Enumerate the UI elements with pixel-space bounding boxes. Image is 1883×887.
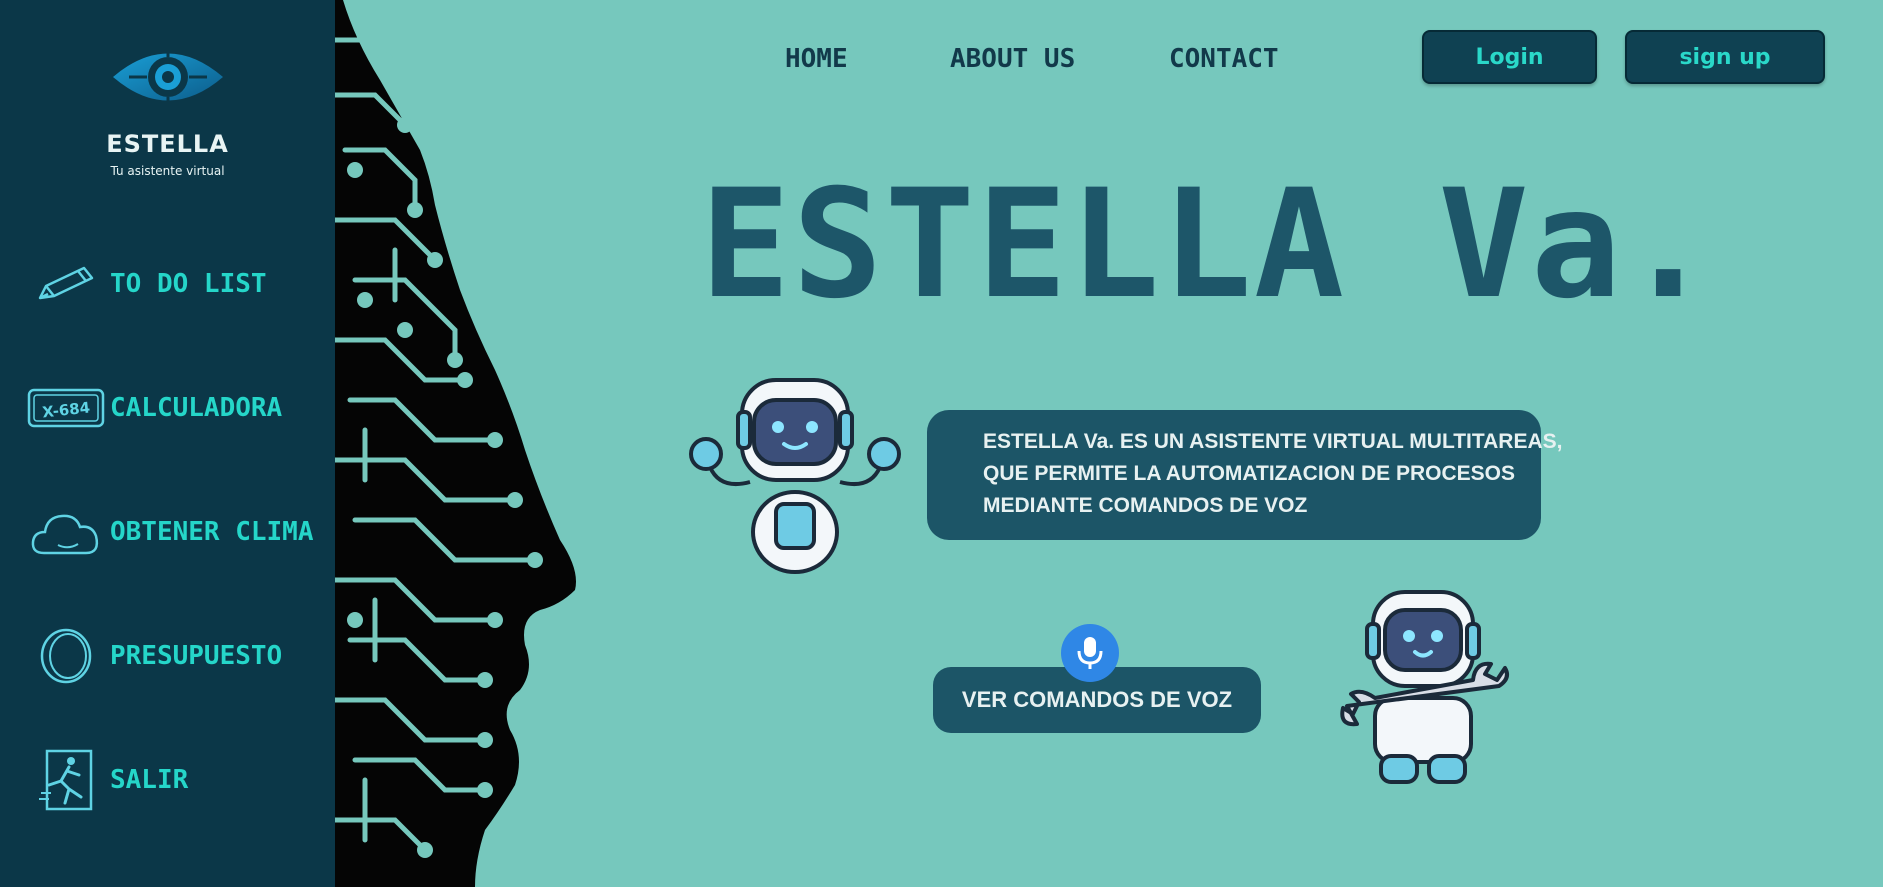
brand-tagline: Tu asistente virtual bbox=[110, 164, 225, 178]
microphone-icon bbox=[1077, 637, 1103, 669]
exit-running-icon bbox=[26, 749, 106, 811]
hero-title: ESTELLA Va. bbox=[700, 158, 1716, 332]
description-line: QUE PERMITE LA AUTOMATIZACION DE PROCESO… bbox=[983, 462, 1516, 485]
sidebar-item-obtener-clima[interactable]: OBTENER CLIMA bbox=[26, 502, 326, 562]
sidebar: ESTELLA Tu asistente virtual TO DO LIST … bbox=[0, 0, 335, 887]
robot-waving-illustration bbox=[689, 378, 901, 574]
description-line: ESTELLA Va. ES UN ASISTENTE VIRTUAL MULT… bbox=[983, 430, 1563, 453]
plate-text: X-684 bbox=[41, 399, 91, 422]
microphone-button[interactable] bbox=[1061, 624, 1119, 682]
sidebar-item-presupuesto[interactable]: PRESUPUESTO bbox=[26, 626, 326, 686]
sidebar-item-todo-list[interactable]: TO DO LIST bbox=[26, 254, 326, 314]
coin-icon bbox=[26, 626, 106, 686]
robot-wrench-illustration bbox=[1340, 590, 1509, 784]
sidebar-item-label: TO DO LIST bbox=[110, 269, 267, 299]
nav-link-home[interactable]: HOME bbox=[785, 44, 848, 74]
sidebar-item-label: PRESUPUESTO bbox=[110, 641, 283, 671]
sidebar-item-label: OBTENER CLIMA bbox=[110, 517, 314, 547]
sidebar-item-label: SALIR bbox=[110, 765, 189, 795]
circuit-head-silhouette bbox=[335, 0, 576, 887]
brand: ESTELLA Tu asistente virtual bbox=[0, 42, 335, 178]
sidebar-item-calculadora[interactable]: X-684 CALCULADORA bbox=[26, 378, 326, 438]
nav-link-about-us[interactable]: ABOUT US bbox=[950, 44, 1075, 74]
description-panel: ESTELLA Va. ES UN ASISTENTE VIRTUAL MULT… bbox=[927, 410, 1563, 540]
license-plate-icon: X-684 bbox=[26, 378, 106, 438]
eye-logo-icon bbox=[112, 50, 223, 104]
pencil-icon bbox=[26, 254, 106, 314]
login-button[interactable]: Login bbox=[1422, 30, 1597, 84]
nav-link-contact[interactable]: CONTACT bbox=[1169, 44, 1279, 74]
description-line: MEDIANTE COMANDOS DE VOZ bbox=[983, 494, 1308, 517]
signup-button[interactable]: sign up bbox=[1625, 30, 1825, 84]
cloud-icon bbox=[26, 502, 106, 562]
brand-name: ESTELLA bbox=[106, 130, 229, 158]
sidebar-item-salir[interactable]: SALIR bbox=[26, 749, 326, 811]
sidebar-item-label: CALCULADORA bbox=[110, 393, 283, 423]
